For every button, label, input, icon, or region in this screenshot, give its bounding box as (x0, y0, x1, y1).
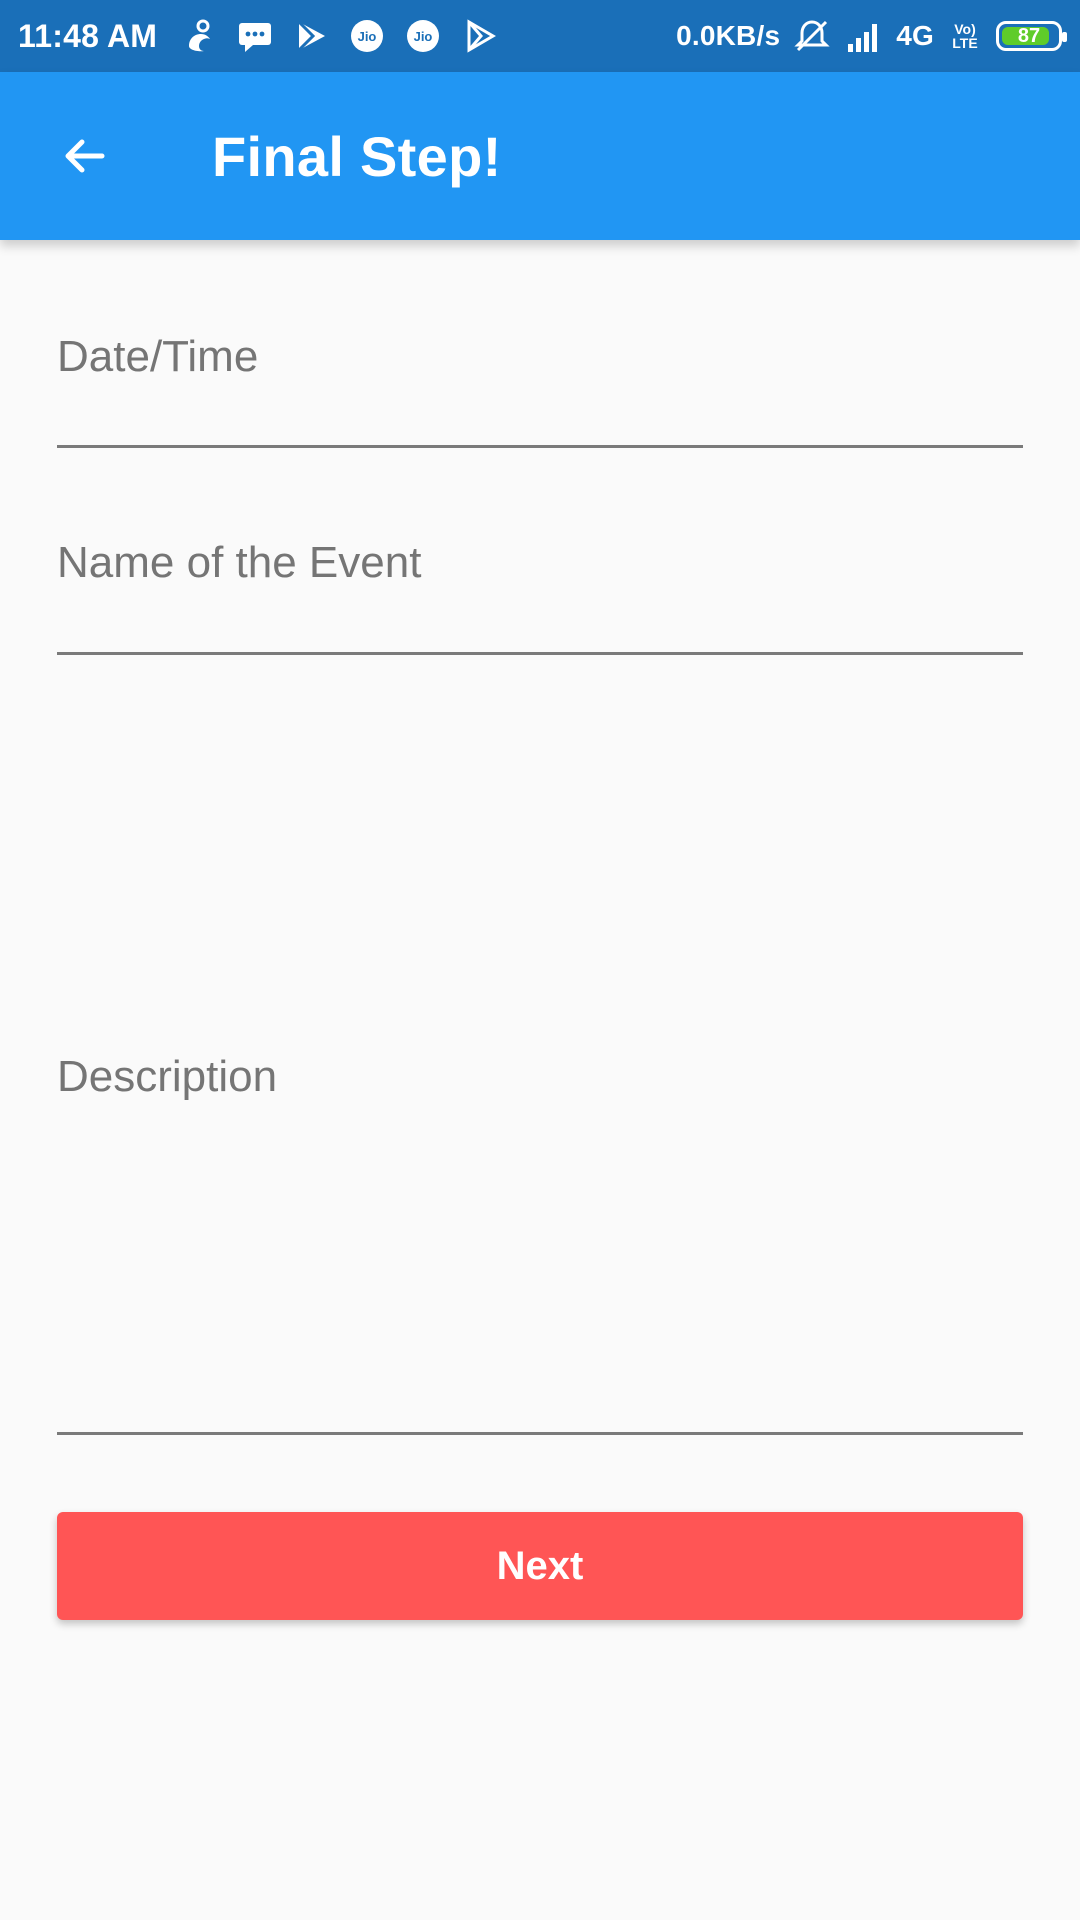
datetime-field[interactable]: Date/Time (57, 240, 1023, 448)
volte-indicator: Vo) LTE (952, 21, 978, 51)
uc-browser-icon (179, 16, 219, 56)
event-name-field[interactable]: Name of the Event (57, 448, 1023, 655)
status-bar: 11:48 AM Jio Jio 0.0KB/s 4G Vo) LTE 87 (0, 0, 1080, 72)
svg-text:Jio: Jio (414, 29, 433, 44)
message-icon (235, 16, 275, 56)
app-bar: Final Step! (0, 72, 1080, 240)
arrow-back-icon (65, 139, 105, 173)
back-button[interactable] (56, 128, 112, 184)
datetime-label: Date/Time (57, 332, 259, 381)
description-field[interactable]: Description (57, 655, 1023, 1435)
silent-alarm-icon (792, 16, 832, 56)
network-type: 4G (896, 20, 934, 51)
network-speed: 0.0KB/s (676, 20, 781, 51)
event-name-label: Name of the Event (57, 538, 422, 587)
page-title: Final Step! (212, 124, 502, 188)
play-store-icon (291, 16, 331, 56)
battery-indicator: 87 (996, 21, 1067, 51)
signal-icon (844, 16, 884, 56)
description-label: Description (57, 1052, 278, 1101)
status-bar-left: 11:48 AM Jio Jio (18, 0, 499, 72)
jio-icon: Jio (403, 16, 443, 56)
play-icon (459, 16, 499, 56)
next-button[interactable]: Next (57, 1512, 1023, 1620)
form-content: Date/Time Name of the Event Description … (0, 240, 1080, 1920)
status-bar-right: 0.0KB/s 4G Vo) LTE 87 (676, 0, 1067, 72)
jio-icon: Jio (347, 16, 387, 56)
battery-level: 87 (1017, 25, 1041, 47)
status-time: 11:48 AM (18, 17, 158, 54)
svg-text:Jio: Jio (358, 29, 377, 44)
